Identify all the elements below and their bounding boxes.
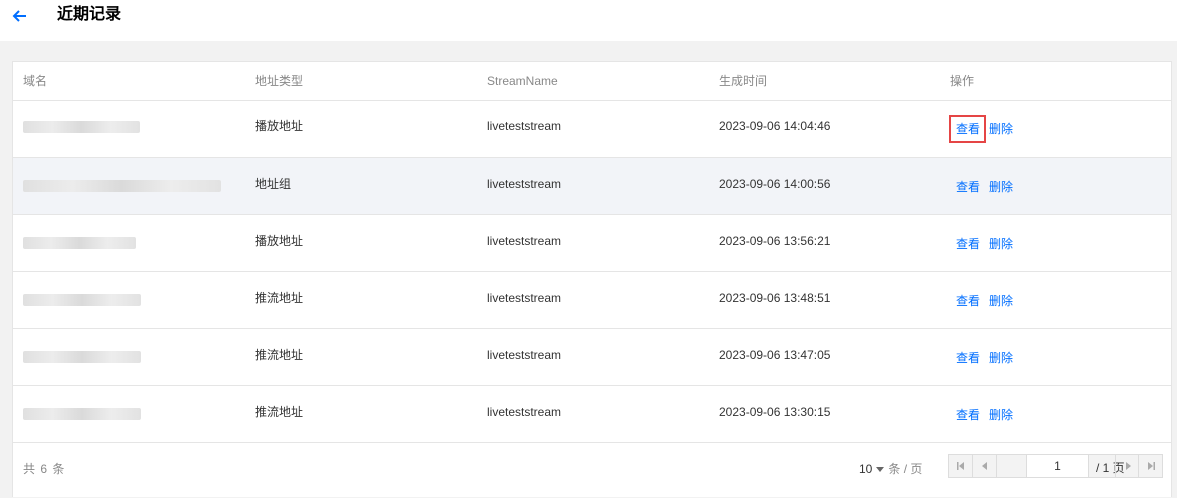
page-title: 近期记录 (57, 6, 122, 23)
pagination-bar: 共 6 条 10 条 / 页 1 / 1 页 (13, 443, 1171, 498)
page-number-input[interactable]: 1 (1026, 455, 1089, 477)
table-header: 域名 地址类型 StreamName 生成时间 操作 (13, 62, 1171, 101)
delete-link[interactable]: 删除 (989, 294, 1013, 308)
last-page-icon[interactable] (1139, 455, 1163, 477)
column-header-time: 生成时间 (719, 74, 768, 88)
redacted-domain (23, 351, 141, 363)
top-bar: 近期记录 (0, 0, 1177, 41)
page-size-value: 10 (859, 462, 873, 476)
delete-link[interactable]: 删除 (989, 122, 1013, 136)
table-row: 播放地址 liveteststream 2023-09-06 13:56:21 … (13, 215, 1171, 272)
address-type: 播放地址 (255, 119, 304, 133)
table-row: 地址组 liveteststream 2023-09-06 14:00:56 查… (13, 158, 1171, 215)
address-type: 地址组 (255, 177, 292, 191)
stream-name: liveteststream (487, 177, 562, 191)
next-page-icon[interactable] (1115, 455, 1139, 477)
stream-name: liveteststream (487, 348, 562, 362)
column-header-domain: 域名 (23, 74, 48, 88)
stream-name: liveteststream (487, 234, 562, 248)
view-link[interactable]: 查看 (956, 408, 980, 422)
created-time: 2023-09-06 14:04:46 (719, 119, 831, 133)
redacted-domain (23, 408, 141, 420)
delete-link[interactable]: 删除 (989, 408, 1013, 422)
address-type: 推流地址 (255, 405, 304, 419)
view-link[interactable]: 查看 (956, 294, 980, 308)
column-header-type: 地址类型 (255, 74, 304, 88)
table-row: 推流地址 liveteststream 2023-09-06 13:47:05 … (13, 329, 1171, 386)
address-type: 推流地址 (255, 348, 304, 362)
created-time: 2023-09-06 14:00:56 (719, 177, 831, 191)
page-size-select[interactable]: 10 条 / 页 (859, 460, 922, 477)
caret-down-icon (876, 466, 885, 472)
stream-name: liveteststream (487, 405, 562, 419)
stream-name: liveteststream (487, 119, 562, 133)
back-arrow-icon[interactable] (10, 6, 30, 26)
page-size-unit: 条 / 页 (888, 462, 923, 476)
created-time: 2023-09-06 13:30:15 (719, 405, 831, 419)
column-header-streamname: StreamName (487, 74, 558, 88)
table-row: 推流地址 liveteststream 2023-09-06 13:48:51 … (13, 272, 1171, 329)
table-row: 推流地址 liveteststream 2023-09-06 13:30:15 … (13, 386, 1171, 443)
prev-page-icon[interactable] (973, 455, 997, 477)
column-header-action: 操作 (950, 74, 975, 88)
total-count: 共 6 条 (23, 462, 65, 476)
view-link[interactable]: 查看 (956, 180, 980, 194)
created-time: 2023-09-06 13:47:05 (719, 348, 831, 362)
redacted-domain (23, 237, 136, 249)
view-link[interactable]: 查看 (956, 237, 980, 251)
created-time: 2023-09-06 13:56:21 (719, 234, 831, 248)
address-type: 推流地址 (255, 291, 304, 305)
delete-link[interactable]: 删除 (989, 180, 1013, 194)
view-link[interactable]: 查看 (956, 351, 980, 365)
records-table-card: 域名 地址类型 StreamName 生成时间 操作 播放地址 livetest… (12, 61, 1172, 497)
delete-link[interactable]: 删除 (989, 351, 1013, 365)
view-link[interactable]: 查看 (956, 122, 980, 136)
redacted-domain (23, 121, 140, 133)
first-page-icon[interactable] (949, 455, 973, 477)
table-row: 播放地址 liveteststream 2023-09-06 14:04:46 … (13, 101, 1171, 158)
redacted-domain (23, 180, 221, 192)
pager: 1 / 1 页 (948, 454, 1163, 478)
delete-link[interactable]: 删除 (989, 237, 1013, 251)
redacted-domain (23, 294, 141, 306)
created-time: 2023-09-06 13:48:51 (719, 291, 831, 305)
stream-name: liveteststream (487, 291, 562, 305)
address-type: 播放地址 (255, 234, 304, 248)
